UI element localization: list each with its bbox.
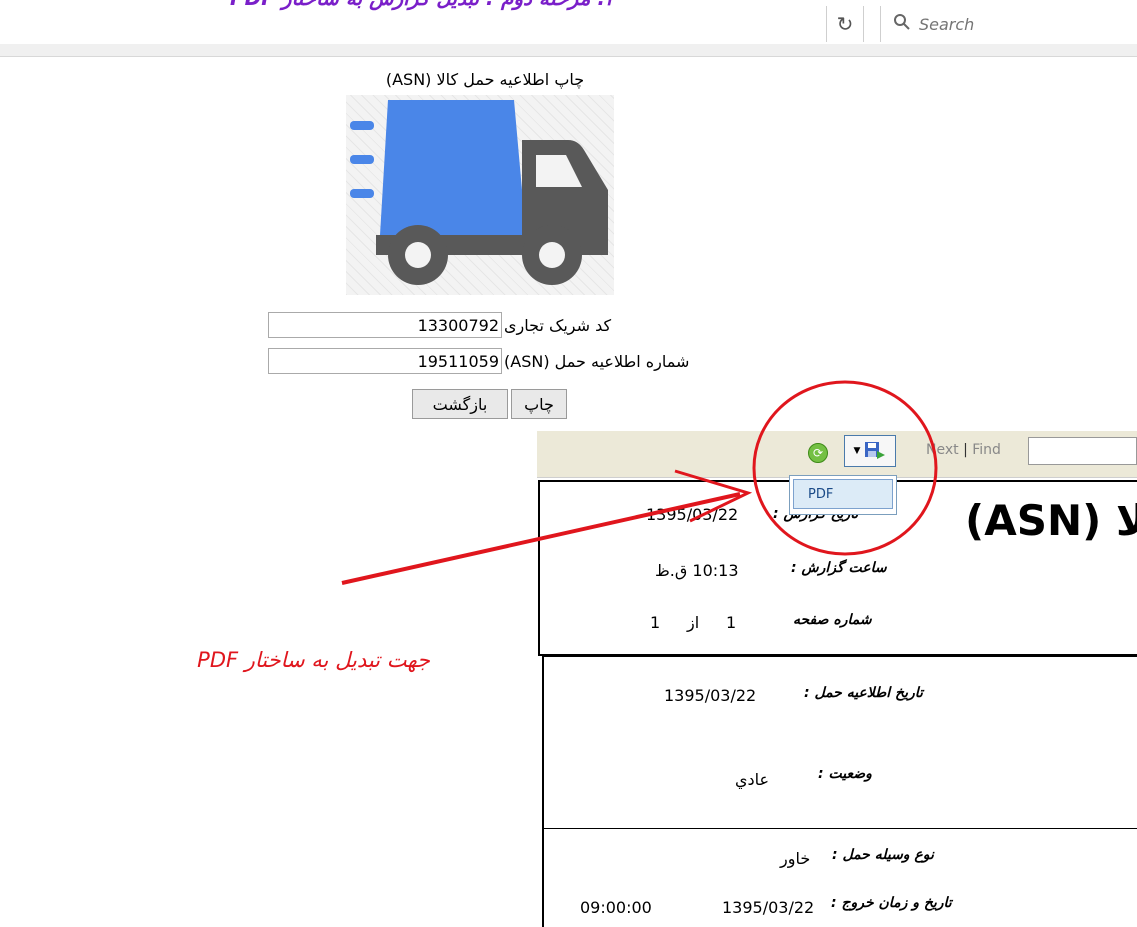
- annotation-overlay: [341, 380, 938, 585]
- highlight-circle: [752, 380, 938, 556]
- annotation-text: جهت تبدیل به ساختار PDF: [197, 648, 430, 672]
- annotation-arrow-line: [341, 492, 741, 585]
